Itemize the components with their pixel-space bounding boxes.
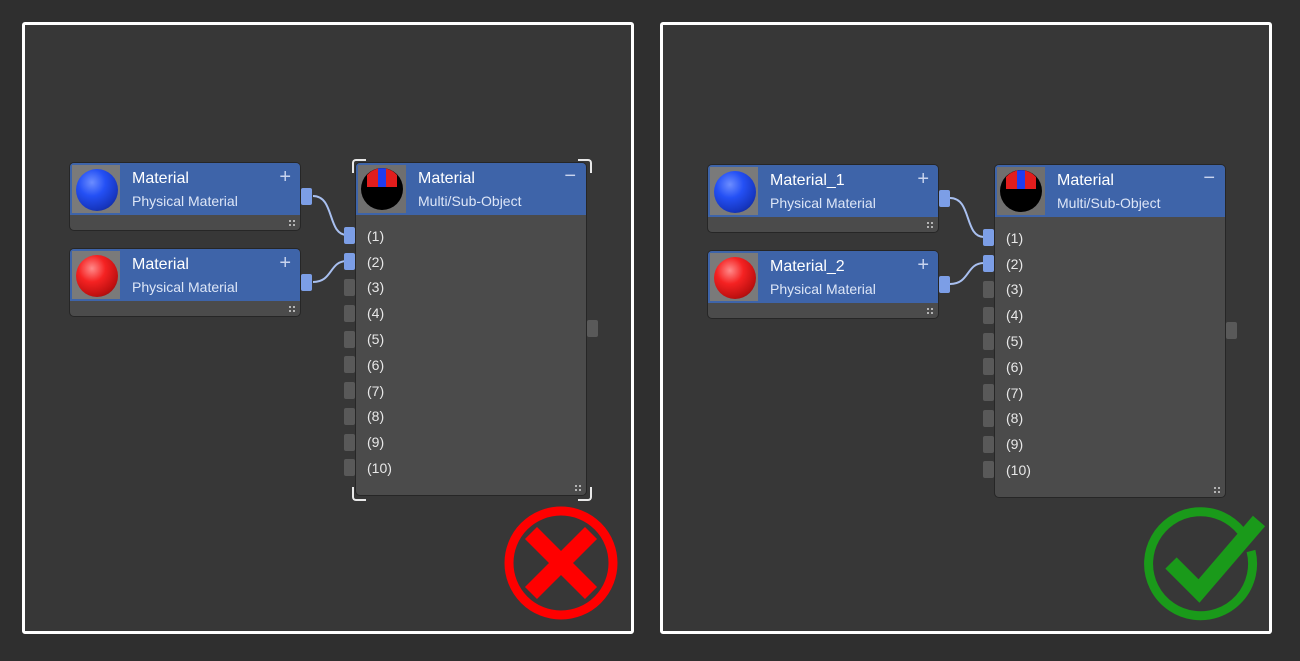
output-socket[interactable]	[301, 274, 312, 291]
slot-label: (7)	[1006, 385, 1024, 401]
input-socket-2[interactable]	[344, 253, 355, 270]
multi-material-sphere-icon	[1000, 170, 1042, 212]
input-socket-6[interactable]	[983, 358, 994, 375]
material-thumbnail	[710, 167, 758, 215]
input-socket-3[interactable]	[983, 281, 994, 298]
node-header[interactable]: Material Multi/Sub-Object −	[995, 165, 1225, 217]
input-socket-4[interactable]	[983, 307, 994, 324]
output-socket[interactable]	[587, 320, 598, 337]
node-type: Physical Material	[770, 281, 876, 297]
blue-sphere-icon	[714, 171, 756, 213]
slot-label: (1)	[367, 228, 385, 244]
slot-label: (10)	[367, 460, 392, 476]
incorrect-example-panel: Material Physical Material + Material Ph…	[22, 22, 634, 634]
input-socket-3[interactable]	[344, 279, 355, 296]
multi-sub-object-node[interactable]: Material Multi/Sub-Object − (1) (2) (3) …	[356, 163, 586, 495]
selection-corner	[578, 159, 592, 173]
node-header[interactable]: Material_1 Physical Material +	[708, 165, 938, 217]
slot-label: (5)	[1006, 333, 1024, 349]
slot-label: (6)	[367, 357, 385, 373]
input-socket-8[interactable]	[344, 408, 355, 425]
slot-label: (10)	[1006, 462, 1031, 478]
input-socket-5[interactable]	[344, 331, 355, 348]
node-header[interactable]: Material Physical Material +	[70, 249, 300, 301]
resize-grip-icon[interactable]	[1213, 486, 1221, 494]
slot-label: (3)	[1006, 281, 1024, 297]
resize-grip-icon[interactable]	[926, 221, 934, 229]
slot-label: (9)	[367, 434, 385, 450]
node-title: Material	[132, 170, 189, 187]
node-type: Multi/Sub-Object	[1057, 195, 1161, 211]
x-circle-icon	[504, 506, 618, 620]
slot-label: (9)	[1006, 436, 1024, 452]
red-sphere-icon	[714, 257, 756, 299]
node-type: Physical Material	[132, 279, 238, 295]
output-socket[interactable]	[939, 190, 950, 207]
input-socket-8[interactable]	[983, 410, 994, 427]
node-title: Material	[418, 170, 475, 187]
node-title: Material_2	[770, 258, 845, 275]
material-node-1[interactable]: Material Physical Material +	[70, 163, 300, 230]
material-thumbnail	[710, 253, 758, 301]
input-socket-4[interactable]	[344, 305, 355, 322]
input-socket-5[interactable]	[983, 333, 994, 350]
multi-sub-object-node[interactable]: Material Multi/Sub-Object − (1) (2) (3) …	[995, 165, 1225, 497]
input-socket-2[interactable]	[983, 255, 994, 272]
resize-grip-icon[interactable]	[288, 219, 296, 227]
red-sphere-icon	[76, 255, 118, 297]
resize-grip-icon[interactable]	[288, 305, 296, 313]
slot-label: (4)	[367, 305, 385, 321]
selection-corner	[352, 159, 366, 173]
slot-label: (2)	[1006, 256, 1024, 272]
plus-icon[interactable]: +	[917, 168, 929, 191]
node-title: Material	[1057, 172, 1114, 189]
node-title: Material	[132, 256, 189, 273]
slot-label: (6)	[1006, 359, 1024, 375]
material-thumbnail	[72, 251, 120, 299]
check-circle-icon	[1144, 507, 1266, 621]
material-node-2[interactable]: Material_2 Physical Material +	[708, 251, 938, 318]
input-socket-1[interactable]	[344, 227, 355, 244]
minus-icon[interactable]: −	[1203, 167, 1215, 190]
correct-example-panel: Material_1 Physical Material + Material_…	[660, 22, 1272, 634]
input-socket-7[interactable]	[983, 384, 994, 401]
selection-corner	[352, 487, 366, 501]
node-type: Multi/Sub-Object	[418, 193, 522, 209]
input-socket-10[interactable]	[983, 461, 994, 478]
material-node-2[interactable]: Material Physical Material +	[70, 249, 300, 316]
input-socket-9[interactable]	[344, 434, 355, 451]
node-header[interactable]: Material Multi/Sub-Object −	[356, 163, 586, 215]
input-socket-9[interactable]	[983, 436, 994, 453]
material-thumbnail	[997, 167, 1045, 215]
output-socket[interactable]	[939, 276, 950, 293]
slot-label: (5)	[367, 331, 385, 347]
slot-label: (7)	[367, 383, 385, 399]
slot-label: (8)	[367, 408, 385, 424]
node-header[interactable]: Material_2 Physical Material +	[708, 251, 938, 303]
material-node-1[interactable]: Material_1 Physical Material +	[708, 165, 938, 232]
slot-label: (3)	[367, 279, 385, 295]
selection-corner	[578, 487, 592, 501]
input-socket-7[interactable]	[344, 382, 355, 399]
node-header[interactable]: Material Physical Material +	[70, 163, 300, 215]
minus-icon[interactable]: −	[564, 165, 576, 188]
slot-label: (2)	[367, 254, 385, 270]
blue-sphere-icon	[76, 169, 118, 211]
plus-icon[interactable]: +	[279, 252, 291, 275]
slot-label: (1)	[1006, 230, 1024, 246]
output-socket[interactable]	[301, 188, 312, 205]
node-type: Physical Material	[132, 193, 238, 209]
output-socket[interactable]	[1226, 322, 1237, 339]
node-title: Material_1	[770, 172, 845, 189]
plus-icon[interactable]: +	[917, 254, 929, 277]
slot-label: (4)	[1006, 307, 1024, 323]
plus-icon[interactable]: +	[279, 166, 291, 189]
resize-grip-icon[interactable]	[926, 307, 934, 315]
material-thumbnail	[72, 165, 120, 213]
node-type: Physical Material	[770, 195, 876, 211]
input-socket-10[interactable]	[344, 459, 355, 476]
input-socket-6[interactable]	[344, 356, 355, 373]
input-socket-1[interactable]	[983, 229, 994, 246]
slot-label: (8)	[1006, 410, 1024, 426]
